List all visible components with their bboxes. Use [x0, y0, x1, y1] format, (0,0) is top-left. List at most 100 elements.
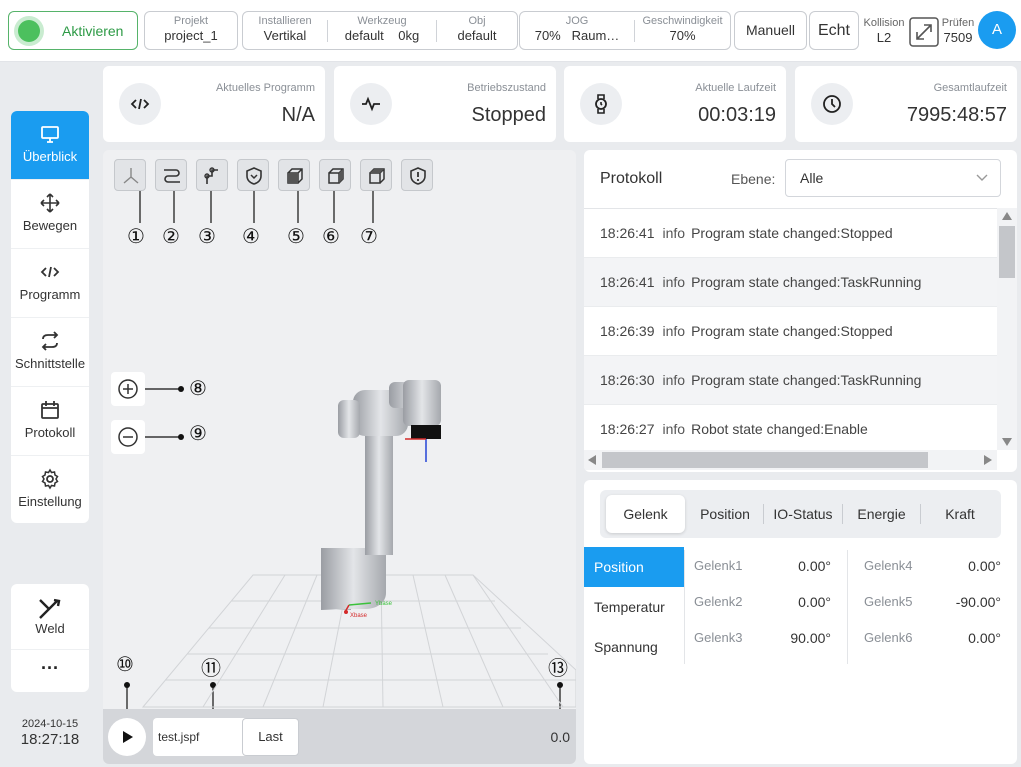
sidebar-item-move[interactable]: Bewegen [11, 180, 89, 249]
scrollbar-thumb[interactable] [602, 452, 928, 468]
joint-value: -90.00° [955, 594, 1001, 610]
last-button[interactable]: Last [242, 718, 299, 756]
joint-value: 0.00° [968, 558, 1001, 574]
collision-level[interactable]: Kollision L2 [860, 14, 908, 51]
scroll-down-icon [1002, 438, 1012, 446]
tool-value: default 0kg [344, 28, 420, 43]
expand-icon[interactable] [909, 17, 939, 47]
speed-selector[interactable]: Geschwindigkeit 70% [635, 12, 730, 49]
joint-status-panel: Gelenk Position IO-Status Energie Kraft … [584, 480, 1017, 764]
x-axis-label: Xbase [350, 613, 368, 619]
log-level-value: Alle [800, 170, 824, 186]
install-tool-obj-group: Installieren Vertikal Werkzeug default 0… [242, 11, 518, 50]
subnav-voltage[interactable]: Spannung [584, 627, 684, 667]
program-control-bar: test.jspf Last 0.0 [103, 709, 576, 764]
check-counter[interactable]: Prüfen 7509 [939, 14, 977, 51]
weld-label: Weld [35, 621, 65, 636]
log-vertical-scrollbar[interactable] [997, 208, 1017, 450]
sidebar-item-overview[interactable]: Überblick [11, 111, 89, 180]
monitor-icon [41, 126, 59, 143]
play-icon [123, 731, 133, 743]
obj-selector[interactable]: Obj default [437, 12, 517, 49]
check-value: 7509 [943, 30, 973, 45]
joint-label: Gelenk6 [864, 630, 913, 645]
activate-button[interactable]: Aktivieren [8, 11, 138, 50]
log-horizontal-scrollbar[interactable] [584, 450, 997, 470]
more-button[interactable]: ··· [11, 658, 89, 679]
card-caption: Betriebszustand [467, 82, 546, 94]
activate-label: Aktivieren [62, 23, 124, 39]
clock-icon [811, 83, 853, 125]
sidebar-item-log[interactable]: Protokoll [11, 387, 89, 456]
divider [684, 550, 685, 664]
tool-selector[interactable]: Werkzeug default 0kg [328, 12, 436, 49]
log-level-select[interactable]: Alle [785, 159, 1001, 197]
tab-io-status[interactable]: IO-Status [764, 495, 842, 533]
pulse-icon [350, 83, 392, 125]
jog-selector[interactable]: JOG 70% Raum… [520, 12, 634, 49]
current-date: 2024-10-15 [21, 718, 79, 730]
card-current-program: Aktuelles Programm N/A [103, 66, 325, 142]
user-avatar[interactable]: A [978, 11, 1016, 49]
joint-label: Gelenk5 [864, 594, 913, 609]
watch-icon [580, 83, 622, 125]
tab-force[interactable]: Kraft [921, 495, 999, 533]
jog-value: 70% Raum… [534, 28, 620, 43]
log-title: Protokoll [600, 170, 663, 187]
sidebar-item-settings[interactable]: Einstellung [11, 456, 89, 523]
install-caption: Installieren [258, 15, 312, 27]
y-axis-label: Ybase [375, 601, 393, 607]
tool-caption: Werkzeug [357, 15, 407, 27]
obj-value: default [457, 28, 497, 43]
date-time-display: 2024-10-15 18:27:18 [10, 718, 90, 748]
current-time: 18:27:18 [20, 731, 80, 748]
sidebar-item-label: Bewegen [22, 218, 78, 233]
sidebar: Überblick Bewegen Programm Schnittstelle… [11, 111, 89, 523]
weld-panel: Weld ··· [11, 584, 89, 692]
log-list[interactable]: 18:26:41 info Program state changed:Stoppe… [584, 208, 997, 450]
project-caption: Projekt [173, 15, 209, 27]
tab-joint[interactable]: Gelenk [606, 495, 685, 533]
joint-value: 0.00° [798, 558, 831, 574]
play-button[interactable] [108, 718, 146, 756]
status-dot-icon [18, 20, 40, 42]
sidebar-item-interface[interactable]: Schnittstelle [11, 318, 89, 387]
speed-readout: 0.0 [550, 729, 570, 745]
chevron-down-icon [976, 174, 988, 181]
subnav-temperature[interactable]: Temperatur [584, 587, 684, 627]
project-value: project_1 [164, 28, 218, 43]
tab-energy[interactable]: Energie [843, 495, 920, 533]
sidebar-item-label: Einstellung [18, 494, 82, 509]
joint-label: Gelenk2 [694, 594, 743, 609]
joint-value: 90.00° [790, 630, 831, 646]
scroll-up-icon [1002, 212, 1012, 220]
weld-button[interactable]: Weld [11, 584, 89, 650]
robot-3d-viewport[interactable]: ① ② ③ ④ ⑤ ⑥ ⑦ ⑧ ⑨ ⑩ ⑪ ⑫ ⑬ [103, 150, 576, 764]
joint-label: Gelenk3 [694, 630, 743, 645]
joint-value: 0.00° [798, 594, 831, 610]
scrollbar-thumb[interactable] [999, 226, 1015, 278]
card-total-runtime: Gesamtlaufzeit 7995:48:57 [795, 66, 1017, 142]
card-caption: Aktuelles Programm [215, 82, 315, 94]
install-value: Vertikal [263, 28, 307, 43]
robot-scene: Ybase Xbase [141, 380, 576, 708]
install-selector[interactable]: Installieren Vertikal [243, 12, 327, 49]
card-operating-state: Betriebszustand Stopped [334, 66, 556, 142]
sidebar-item-label: Programm [19, 287, 81, 302]
card-caption: Aktuelle Laufzeit [695, 82, 776, 94]
sidebar-item-label: Protokoll [24, 425, 76, 440]
move-icon [40, 193, 60, 213]
tab-position[interactable]: Position [687, 495, 763, 533]
gear-icon [41, 468, 59, 490]
collision-value: L2 [876, 30, 892, 45]
exchange-icon [41, 331, 59, 351]
log-level-label: Ebene: [731, 171, 776, 187]
sidebar-item-program[interactable]: Programm [11, 249, 89, 318]
log-entry: 18:26:39 info Program state changed:Stoppe… [584, 307, 997, 356]
joint-value: 0.00° [968, 630, 1001, 646]
sidebar-item-label: Überblick [22, 149, 78, 164]
manual-mode-button[interactable]: Manuell [734, 11, 807, 50]
subnav-position[interactable]: Position [584, 547, 684, 587]
project-selector[interactable]: Projekt project_1 [144, 11, 238, 50]
real-mode-button[interactable]: Echt [809, 11, 859, 50]
